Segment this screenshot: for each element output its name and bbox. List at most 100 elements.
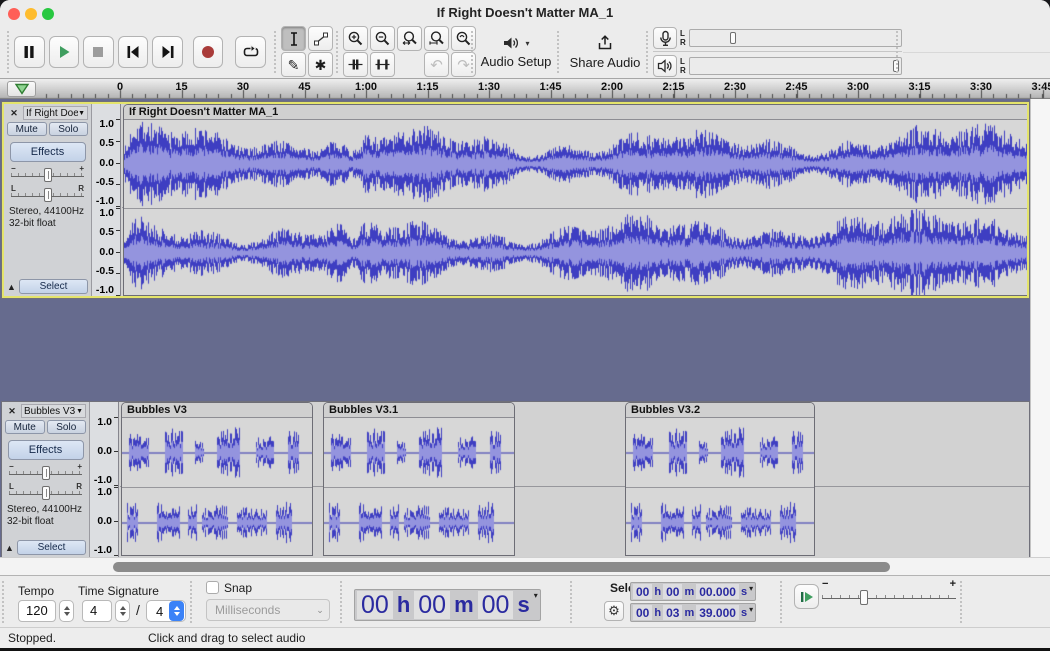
skip-to-end-button[interactable]: [152, 36, 183, 68]
selection-tool-button[interactable]: [281, 26, 306, 51]
timeline-ruler[interactable]: 01530451:001:151:301:452:002:152:302:453…: [0, 79, 1050, 99]
audio-position-digits[interactable]: 00: [414, 591, 450, 619]
time-sig-upper-stepper[interactable]: [115, 600, 130, 622]
track-1-name-button[interactable]: If Right Doesn ▼: [23, 106, 88, 120]
waveform-canvas[interactable]: [626, 418, 814, 487]
track-2-effects-button[interactable]: Effects: [8, 440, 84, 460]
track-2-pan-slider[interactable]: L R: [7, 482, 84, 500]
tempo-input[interactable]: 120: [18, 600, 56, 622]
timeline-options-button[interactable]: [7, 81, 36, 97]
snap-format-dropdown[interactable]: Milliseconds ⌄: [206, 599, 330, 621]
horizontal-scrollbar-thumb[interactable]: [113, 562, 890, 572]
share-audio-button[interactable]: Share Audio: [564, 25, 646, 79]
display-format-caret-icon[interactable]: ▾: [749, 584, 753, 593]
display-format-caret-icon[interactable]: ▾: [749, 605, 753, 614]
audio-setup-button[interactable]: ▾ Audio Setup: [478, 25, 554, 79]
skip-to-start-button[interactable]: [118, 36, 149, 68]
audio-clip[interactable]: Bubbles V3.2: [625, 402, 815, 556]
waveform-canvas[interactable]: [124, 209, 1027, 296]
clip-title[interactable]: If Right Doesn't Matter MA_1: [124, 105, 1027, 120]
envelope-tool-button[interactable]: [308, 26, 333, 51]
track-2-collapse-button[interactable]: ▲: [5, 543, 14, 553]
pause-button[interactable]: [14, 36, 45, 68]
track-2-select-button[interactable]: Select: [17, 540, 86, 555]
waveform-canvas[interactable]: [626, 488, 814, 556]
selection-end-digits[interactable]: 03: [663, 605, 682, 620]
draw-tool-button[interactable]: ✎: [281, 52, 306, 77]
track-1-gain-slider[interactable]: − +: [9, 164, 86, 182]
selection-end-unit[interactable]: m: [683, 605, 695, 620]
track-1-content[interactable]: If Right Doesn't Matter MA_1: [122, 104, 1027, 296]
waveform-canvas[interactable]: [122, 418, 312, 487]
track-1-mute-button[interactable]: Mute: [7, 122, 47, 136]
play-button[interactable]: [49, 36, 80, 68]
track-2-content[interactable]: Bubbles V3 Bubbles V3.1 Bubbles V3.2: [120, 402, 1029, 557]
selection-start-digits[interactable]: 00: [633, 584, 652, 599]
playback-level-meter[interactable]: [689, 57, 902, 75]
clip-title[interactable]: Bubbles V3: [122, 403, 312, 418]
clip-title[interactable]: Bubbles V3.2: [626, 403, 814, 418]
time-sig-upper-input[interactable]: 4: [82, 600, 112, 622]
waveform-canvas[interactable]: [122, 488, 312, 556]
track-1-select-button[interactable]: Select: [19, 279, 88, 294]
track-1-collapse-button[interactable]: ▲: [7, 282, 16, 292]
waveform-canvas[interactable]: [324, 488, 514, 556]
selection-start-unit[interactable]: m: [683, 584, 695, 599]
track-2-name-button[interactable]: Bubbles V3 ▼: [21, 404, 86, 418]
selection-start-unit[interactable]: s: [740, 584, 748, 599]
gain-slider-thumb[interactable]: [44, 168, 52, 182]
track-2-mute-button[interactable]: Mute: [5, 420, 45, 434]
silence-audio-button[interactable]: [370, 52, 395, 77]
selection-end-digits[interactable]: 39.000: [696, 605, 739, 620]
snap-checkbox[interactable]: [206, 581, 219, 594]
audio-position-unit[interactable]: m: [451, 591, 477, 619]
selection-start-digits[interactable]: 00.000: [696, 584, 739, 599]
audio-position-unit[interactable]: h: [394, 591, 413, 619]
waveform-canvas[interactable]: [324, 418, 514, 487]
multi-tool-button[interactable]: ✱: [308, 52, 333, 77]
track-1-solo-button[interactable]: Solo: [49, 122, 89, 136]
track-2-vertical-scale[interactable]: 1.00.0-1.01.00.0-1.0: [90, 402, 119, 557]
fit-selection-button[interactable]: [397, 26, 422, 51]
selection-settings-button[interactable]: ⚙: [604, 601, 624, 621]
track-1-pan-slider[interactable]: L R: [9, 184, 86, 202]
recording-level-meter[interactable]: [689, 29, 902, 47]
zoom-in-button[interactable]: [343, 26, 368, 51]
selection-start-digits[interactable]: 00: [663, 584, 682, 599]
loop-button[interactable]: [235, 36, 266, 68]
track-1-vertical-scale[interactable]: 1.00.50.0-0.5-1.01.00.50.0-0.5-1.0: [92, 104, 121, 296]
audio-position-display[interactable]: 00h00m00s▾: [354, 589, 541, 621]
stop-button[interactable]: [83, 36, 114, 68]
audio-position-unit[interactable]: s: [514, 591, 532, 619]
audio-clip[interactable]: If Right Doesn't Matter MA_1: [123, 104, 1027, 296]
selection-start-display[interactable]: 00h00m00.000s▾: [630, 582, 756, 601]
audio-position-digits[interactable]: 00: [478, 591, 514, 619]
playback-speed-slider[interactable]: − +: [822, 578, 956, 608]
clip-title[interactable]: Bubbles V3.1: [324, 403, 514, 418]
selection-end-digits[interactable]: 00: [633, 605, 652, 620]
selection-end-display[interactable]: 00h03m39.000s▾: [630, 603, 756, 622]
record-meter-button[interactable]: [653, 27, 677, 49]
audio-clip[interactable]: Bubbles V3: [121, 402, 313, 556]
track-1-effects-button[interactable]: Effects: [10, 142, 86, 162]
track-1-close-button[interactable]: ✕: [7, 106, 21, 120]
audio-position-digits[interactable]: 00: [357, 591, 393, 619]
record-button[interactable]: [193, 36, 224, 68]
speed-slider-thumb[interactable]: [860, 590, 868, 605]
horizontal-scrollbar[interactable]: [0, 557, 1050, 575]
waveform-canvas[interactable]: [124, 120, 1027, 208]
recording-volume-slider[interactable]: [730, 32, 736, 44]
pan-slider-thumb[interactable]: [44, 188, 52, 202]
selection-start-unit[interactable]: h: [653, 584, 662, 599]
play-at-speed-button[interactable]: [794, 584, 819, 609]
track-2-solo-button[interactable]: Solo: [47, 420, 87, 434]
trim-audio-button[interactable]: [343, 52, 368, 77]
zoom-out-button[interactable]: [370, 26, 395, 51]
selection-end-unit[interactable]: s: [740, 605, 748, 620]
track-2-close-button[interactable]: ✕: [5, 404, 19, 418]
gain-slider-thumb[interactable]: [42, 466, 50, 480]
vertical-scrollbar[interactable]: [1030, 99, 1050, 557]
display-format-caret-icon[interactable]: ▾: [534, 591, 538, 600]
track-2-gain-slider[interactable]: − +: [7, 462, 84, 480]
tempo-stepper[interactable]: [59, 600, 74, 622]
